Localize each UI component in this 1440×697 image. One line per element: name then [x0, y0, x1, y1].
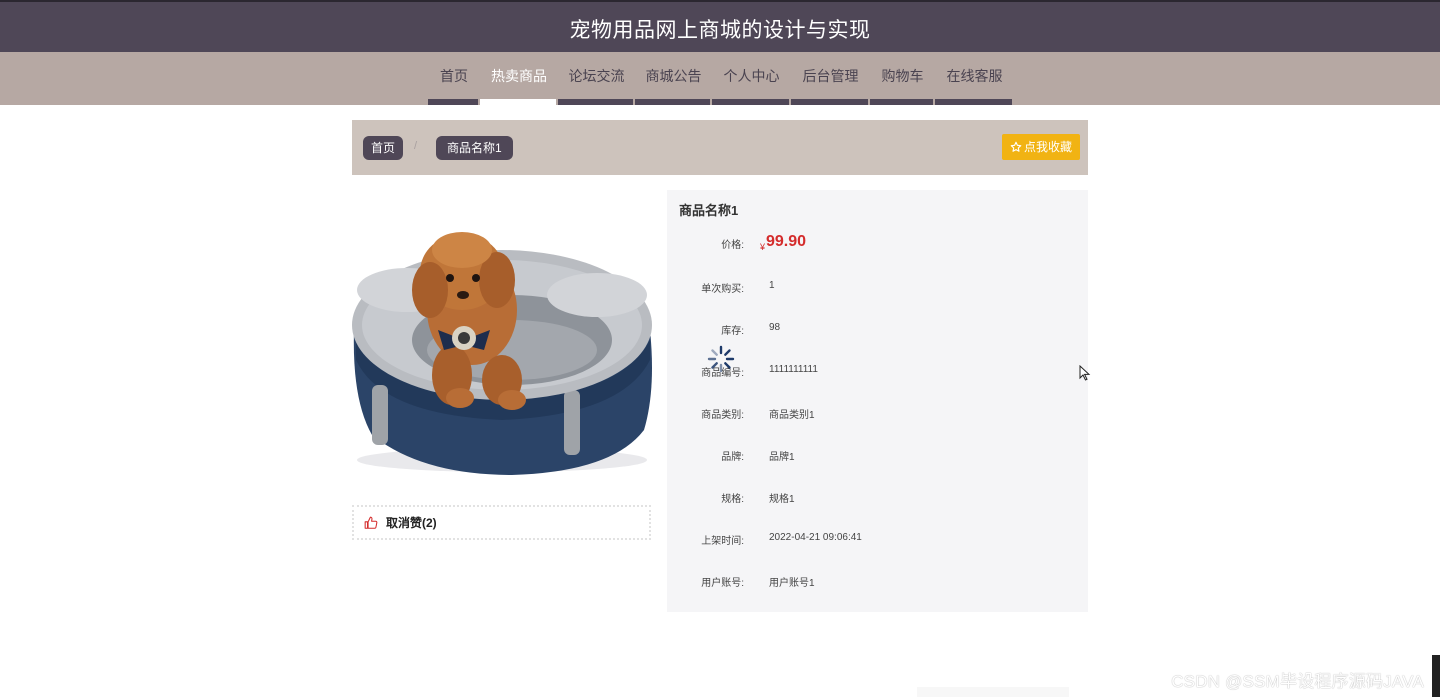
detail-row: 单次购买: 1	[667, 277, 1088, 297]
detail-value: 1111111111	[769, 364, 818, 375]
detail-value: 品牌1	[769, 452, 795, 463]
nav-item-label: 后台管理	[802, 68, 859, 84]
price-label: 价格:	[721, 240, 744, 251]
detail-label: 上架时间:	[701, 536, 744, 547]
nav-item-forum[interactable]: 论坛交流	[558, 52, 635, 105]
like-button[interactable]: 取消赞(2)	[352, 505, 651, 540]
detail-value: 规格1	[769, 494, 795, 505]
breadcrumb-home[interactable]: 首页	[363, 136, 404, 160]
mouse-cursor-icon	[1079, 365, 1091, 381]
nav-item-cart[interactable]: 购物车	[870, 52, 935, 105]
price-currency: ¥	[760, 242, 766, 252]
detail-label: 库存:	[721, 326, 744, 337]
nav-item-admin[interactable]: 后台管理	[791, 52, 870, 105]
site-header: 宠物用品网上商城的设计与实现	[0, 0, 1440, 52]
nav-item-label: 商城公告	[645, 68, 702, 84]
detail-row: 商品类别: 商品类别1	[667, 403, 1088, 423]
detail-label: 单次购买:	[701, 284, 744, 295]
nav-item-announcements[interactable]: 商城公告	[635, 52, 712, 105]
favorite-button-label: 点我收藏	[1023, 140, 1072, 154]
detail-row: 用户账号: 用户账号1	[667, 571, 1088, 591]
nav-list: 首页 热卖商品 论坛交流 商城公告 个人中心 后台管理 购物车 在线客服	[428, 52, 1014, 105]
nav-item-label: 购物车	[881, 68, 924, 84]
breadcrumb: 首页 / 商品名称1 点我收藏	[352, 120, 1088, 175]
thumbs-up-icon	[364, 516, 378, 529]
product-image	[352, 190, 653, 490]
price-row: 价格: ¥ 99.90	[667, 233, 1088, 253]
detail-value: 2022-04-21 09:06:41	[769, 532, 862, 543]
breadcrumb-separator: /	[414, 140, 418, 152]
nav-item-label: 论坛交流	[568, 68, 625, 84]
detail-row: 规格: 规格1	[667, 487, 1088, 507]
loading-spinner-icon	[707, 345, 735, 373]
nav-item-label: 首页	[440, 68, 468, 84]
detail-value: 商品类别1	[769, 410, 815, 421]
nav-item-home[interactable]: 首页	[428, 52, 480, 105]
dog-bed-photo	[352, 190, 653, 490]
nav-item-label: 个人中心	[723, 68, 780, 84]
product-info-panel: 商品名称1 价格: ¥ 99.90 单次购买: 1 库存: 98 商品编号: 1111…	[667, 190, 1088, 612]
watermark: CSDN @SSM毕设程序源码JAVA	[1171, 672, 1424, 691]
detail-label: 品牌:	[721, 452, 744, 463]
detail-value: 98	[769, 322, 781, 333]
detail-label: 商品类别:	[701, 410, 744, 421]
site-title: 宠物用品网上商城的设计与实现	[569, 19, 871, 42]
nav-item-label: 在线客服	[946, 68, 1003, 84]
detail-label: 用户账号:	[701, 578, 744, 589]
detail-row: 上架时间: 2022-04-21 09:06:41	[667, 529, 1088, 549]
main-nav: 首页 热卖商品 论坛交流 商城公告 个人中心 后台管理 购物车 在线客服	[0, 52, 1440, 105]
screen-edge	[1432, 655, 1440, 697]
nav-item-label: 热卖商品	[491, 68, 547, 84]
nav-item-support[interactable]: 在线客服	[935, 52, 1014, 105]
detail-value: 1	[769, 280, 775, 291]
favorite-button[interactable]: 点我收藏	[1001, 134, 1080, 160]
ime-toolbar	[917, 687, 1069, 697]
detail-label: 规格:	[721, 494, 744, 505]
like-label: 取消赞(2)	[386, 516, 437, 530]
detail-value: 用户账号1	[769, 578, 815, 589]
product-name: 商品名称1	[679, 203, 739, 218]
nav-item-hot-products[interactable]: 热卖商品	[480, 52, 558, 105]
detail-row: 品牌: 品牌1	[667, 445, 1088, 465]
detail-row: 库存: 98	[667, 319, 1088, 339]
price-value: 99.90	[766, 233, 807, 250]
nav-item-profile[interactable]: 个人中心	[712, 52, 791, 105]
breadcrumb-current: 商品名称1	[436, 136, 513, 160]
star-outline-icon	[1010, 141, 1022, 152]
